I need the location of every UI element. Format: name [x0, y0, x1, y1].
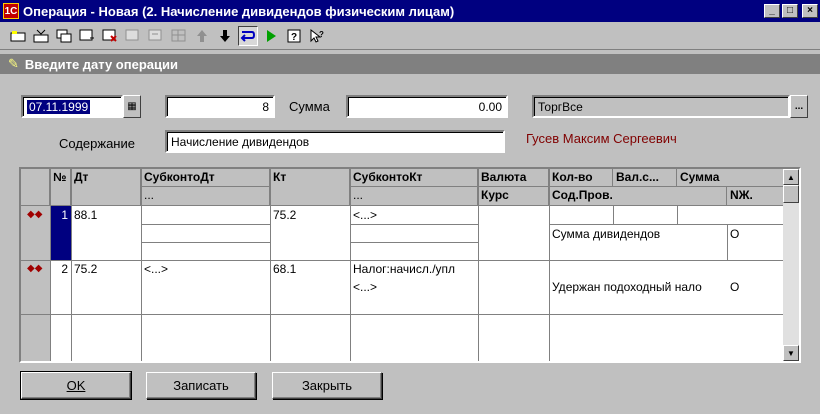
header-qty[interactable]: Кол-во — [549, 169, 613, 187]
redirect-icon[interactable] — [238, 25, 258, 46]
date-field[interactable]: 07.11.1999 — [21, 95, 123, 118]
row-line — [350, 224, 478, 225]
grid-icon[interactable] — [169, 26, 189, 46]
title-bar: 1С Операция - Новая (2. Начисление дивид… — [0, 0, 820, 22]
date-value: 07.11.1999 — [27, 99, 91, 114]
vertical-scrollbar[interactable]: ▲ ▼ — [783, 169, 799, 361]
row1-content[interactable]: Сумма дивидендов — [549, 226, 727, 242]
scroll-down-icon[interactable]: ▼ — [783, 345, 799, 361]
move-up-icon[interactable] — [192, 26, 212, 46]
row2-subkonto-dt[interactable]: <...> — [141, 261, 270, 277]
svg-text:?: ? — [319, 30, 324, 39]
content-field[interactable]: Начисление дивидендов — [165, 130, 505, 153]
header-num[interactable]: № — [50, 169, 71, 206]
pencil-icon: ✎ — [8, 56, 19, 71]
header-val-sum[interactable]: Вал.с... — [613, 169, 677, 187]
entry-row-icon: ◆◆ — [27, 209, 43, 220]
row-indicator-column — [21, 206, 50, 361]
header-content[interactable]: Сод.Пров. — [549, 187, 727, 206]
row2-dt[interactable]: 75.2 — [71, 261, 141, 277]
minimize-button[interactable]: _ — [764, 4, 780, 18]
header-currency[interactable]: Валюта — [478, 169, 549, 187]
header-subkonto-kt[interactable]: СубконтоКт — [350, 169, 478, 187]
header-dt[interactable]: Дт — [71, 169, 141, 206]
row1-kt[interactable]: 75.2 — [270, 207, 350, 223]
row2-subkonto-kt-2[interactable]: <...> — [350, 279, 478, 295]
entry-row-icon: ◆◆ — [27, 263, 43, 274]
header-sum[interactable]: Сумма — [677, 169, 785, 187]
header-subkonto-dt[interactable]: СубконтоДт — [141, 169, 270, 187]
insert-row-icon[interactable] — [31, 26, 51, 46]
corner-header — [21, 169, 50, 206]
edit-row2-icon[interactable] — [146, 26, 166, 46]
row2-journal[interactable]: О — [727, 279, 785, 295]
copy-row-icon[interactable] — [54, 26, 74, 46]
header-subkonto-dt-sub[interactable]: ... — [141, 187, 270, 206]
row1-dt[interactable]: 88.1 — [71, 207, 141, 223]
delete-row-icon[interactable] — [100, 26, 120, 46]
close-button[interactable]: Закрыть — [272, 372, 382, 399]
close-window-button[interactable]: × — [802, 4, 818, 18]
scroll-thumb[interactable] — [783, 185, 799, 203]
help-icon[interactable]: ? — [284, 26, 304, 46]
sum-label: Сумма — [289, 99, 330, 114]
sum-field[interactable]: 0.00 — [346, 95, 508, 118]
edit-row-icon[interactable] — [123, 26, 143, 46]
move-down-icon[interactable] — [215, 26, 235, 46]
calendar-icon[interactable]: ▦ — [123, 95, 141, 118]
col-line — [677, 206, 678, 224]
window-title: Операция - Новая (2. Начисление дивиденд… — [23, 3, 455, 19]
col-line — [549, 169, 550, 361]
header-journal[interactable]: NЖ. — [727, 187, 785, 206]
new-row-icon[interactable] — [8, 26, 28, 46]
firm-field[interactable]: ТоргВсе — [532, 95, 790, 118]
svg-text:?: ? — [291, 32, 297, 43]
context-help-icon[interactable]: ? — [307, 26, 327, 46]
row2-kt[interactable]: 68.1 — [270, 261, 350, 277]
save-button[interactable]: Записать — [146, 372, 256, 399]
row-line — [350, 242, 478, 243]
header-subkonto-kt-sub[interactable]: ... — [350, 187, 478, 206]
row2-content[interactable]: Удержан подоходный нало — [549, 279, 727, 295]
row2-num[interactable]: 2 — [50, 261, 71, 277]
col-line — [613, 206, 614, 224]
firm-select-button[interactable]: ... — [790, 95, 808, 118]
number-field[interactable]: 8 — [165, 95, 275, 118]
ok-label: OK — [66, 378, 86, 393]
row2-subkonto-kt[interactable]: Налог:начисл./упл — [350, 261, 478, 277]
row1-subkonto-kt[interactable]: <...> — [350, 207, 478, 223]
row1-journal[interactable]: О — [727, 226, 785, 242]
header-kt[interactable]: Кт — [270, 169, 350, 206]
col-line — [478, 169, 479, 361]
app-icon: 1С — [3, 3, 19, 19]
person-name: Гусев Максим Сергеевич — [526, 131, 677, 146]
maximize-button[interactable]: □ — [782, 4, 798, 18]
row1-num[interactable]: 1 — [50, 207, 71, 223]
row-line — [141, 224, 270, 225]
scroll-up-icon[interactable]: ▲ — [783, 169, 799, 185]
row-line — [21, 314, 785, 315]
add-row-icon[interactable] — [77, 26, 97, 46]
toolbar: ? ? — [0, 22, 820, 50]
header-rate[interactable]: Курс — [478, 187, 549, 206]
entries-table[interactable]: № Дт СубконтоДт ... Кт СубконтоКт ... Ва… — [19, 167, 801, 363]
content-label: Содержание — [59, 136, 135, 151]
run-icon[interactable] — [261, 26, 281, 46]
row-line — [549, 224, 785, 225]
hint-text: Введите дату операции — [24, 56, 178, 72]
row-line — [141, 242, 270, 243]
ok-button[interactable]: OK — [20, 371, 132, 400]
hint-bar: ✎ Введите дату операции — [0, 54, 820, 74]
